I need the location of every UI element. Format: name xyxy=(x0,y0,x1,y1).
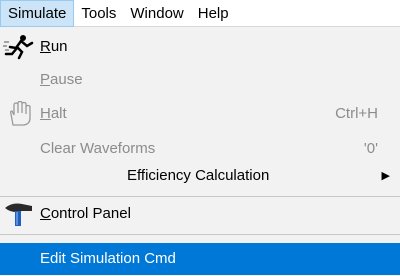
menu-item-run-label: Run xyxy=(40,38,68,55)
menu-item-halt-label: Halt xyxy=(40,105,67,122)
menu-help[interactable]: Help xyxy=(191,0,236,27)
menu-window[interactable]: Window xyxy=(123,0,190,27)
menu-bar: Simulate Tools Window Help xyxy=(0,0,400,27)
menu-tools[interactable]: Tools xyxy=(74,0,123,27)
menu-item-control-panel[interactable]: Control Panel xyxy=(0,198,400,230)
menu-item-halt-shortcut: Ctrl+H xyxy=(335,105,378,122)
menu-item-edit-simulation-cmd-label: Edit Simulation Cmd xyxy=(40,250,176,267)
menu-item-efficiency-calculation-label: Efficiency Calculation xyxy=(127,167,270,184)
menu-separator xyxy=(0,196,400,197)
hammer-icon xyxy=(2,201,36,227)
menu-simulate[interactable]: Simulate xyxy=(0,0,75,27)
submenu-arrow-icon: ▶ xyxy=(381,170,390,182)
menu-item-halt[interactable]: Halt Ctrl+H xyxy=(0,98,400,130)
menu-item-run[interactable]: Run xyxy=(0,31,400,63)
menu-item-efficiency-calculation[interactable]: Efficiency Calculation ▶ xyxy=(0,160,400,192)
menu-item-control-panel-label: Control Panel xyxy=(40,205,131,222)
menu-item-edit-simulation-cmd[interactable]: Edit Simulation Cmd xyxy=(0,243,400,275)
menu-item-pause-label: Pause xyxy=(40,71,83,88)
runner-icon xyxy=(2,34,36,60)
simulate-dropdown-menu: Run Pause Halt Ctrl+H Clear Waveforms '0… xyxy=(0,27,400,276)
menu-item-pause[interactable]: Pause xyxy=(0,64,400,96)
menu-separator xyxy=(0,234,400,235)
hand-icon xyxy=(2,100,36,127)
